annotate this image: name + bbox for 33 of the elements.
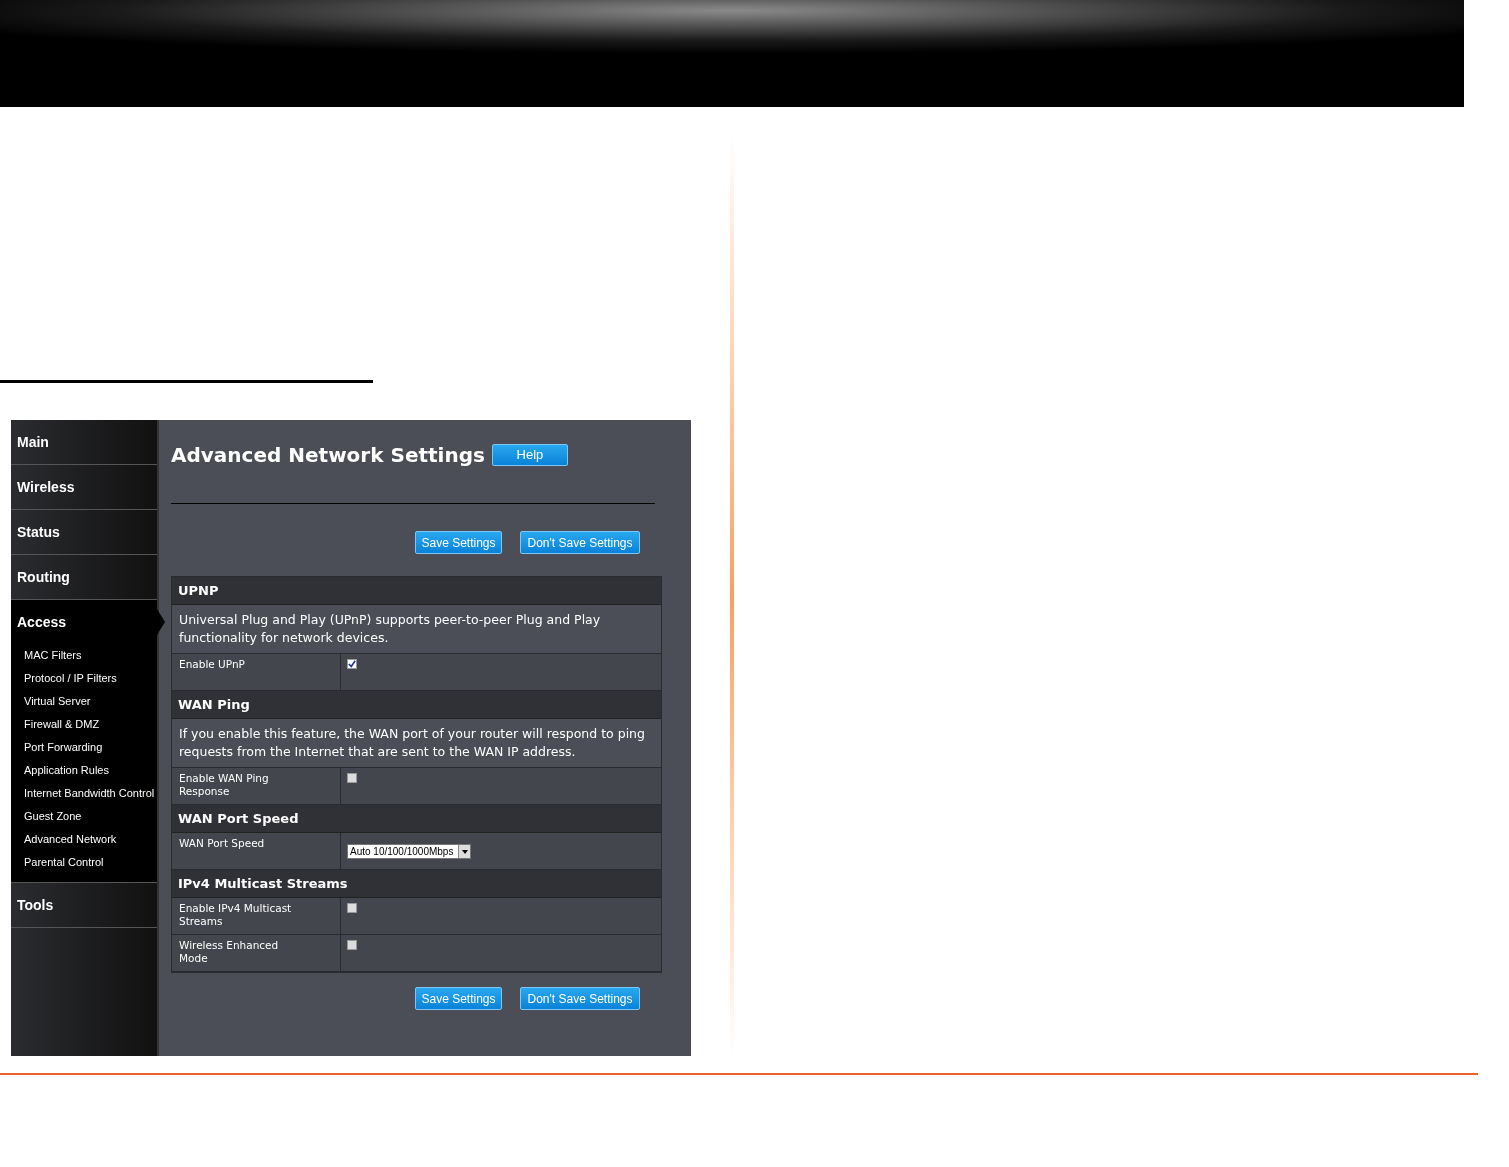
submenu-item[interactable]: Parental Control — [11, 851, 157, 874]
section-header: WAN Ping — [172, 691, 661, 719]
submenu-item[interactable]: Port Forwarding — [11, 736, 157, 759]
section-header: IPv4 Multicast Streams — [172, 870, 661, 898]
field-label: Enable UPnP — [172, 654, 341, 690]
caret-icon — [461, 849, 468, 854]
sidebar-item[interactable]: Main — [11, 420, 157, 464]
submenu-item[interactable]: MAC Filters — [11, 644, 157, 667]
check-icon — [348, 660, 356, 668]
checkbox[interactable] — [347, 773, 357, 783]
field-label: Wireless Enhanced Mode — [172, 935, 341, 971]
sidebar-item[interactable]: Wireless — [11, 465, 157, 509]
submenu-item[interactable]: Advanced Network — [11, 828, 157, 851]
sidebar-item[interactable]: Routing — [11, 555, 157, 599]
field-label: Enable IPv4 Multicast Streams — [172, 898, 341, 934]
sidebar-item[interactable]: Tools — [11, 883, 157, 927]
dropdown[interactable]: Auto 10/100/1000Mbps — [347, 844, 471, 859]
submenu-item[interactable]: Firewall & DMZ — [11, 713, 157, 736]
section-header: WAN Port Speed — [172, 805, 661, 833]
checkbox[interactable] — [347, 940, 357, 950]
submenu-item[interactable]: Internet Bandwidth Control — [11, 782, 157, 805]
submenu-item[interactable]: Application Rules — [11, 759, 157, 782]
field-label: Enable WAN Ping Response — [172, 768, 341, 804]
section-header: UPNP — [172, 577, 661, 605]
sidebar-item[interactable]: Access — [11, 600, 157, 644]
checkbox[interactable] — [347, 903, 357, 913]
field-label: WAN Port Speed — [172, 833, 341, 869]
sidebar-item[interactable]: Status — [11, 510, 157, 554]
submenu-item[interactable]: Protocol / IP Filters — [11, 667, 157, 690]
submenu-item[interactable]: Guest Zone — [11, 805, 157, 828]
submenu-item[interactable]: Virtual Server — [11, 690, 157, 713]
checkbox[interactable] — [347, 659, 357, 669]
page-title: Advanced Network Settings — [171, 442, 485, 469]
